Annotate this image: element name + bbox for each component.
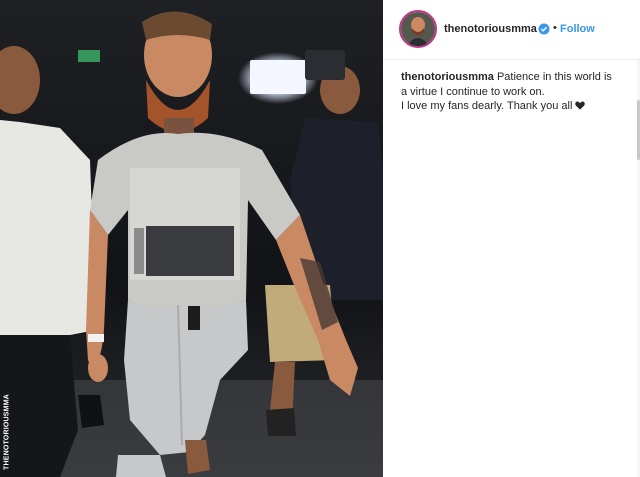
header-separator: • (553, 22, 557, 34)
caption-username[interactable]: thenotoriousmma (401, 71, 494, 83)
avatar-image (401, 12, 435, 46)
caption-line-2: a virtue I continue to work on. (401, 85, 545, 98)
post-caption: thenotoriousmma Patience in this world i… (401, 70, 626, 114)
post-header: thenotoriousmma • Follow (383, 0, 640, 60)
post-photo-illustration (0, 0, 383, 477)
photo-watermark: THENOTORIOUSMMA (1, 391, 13, 473)
watermark-text: THENOTORIOUSMMA (3, 394, 11, 470)
black-heart-icon (575, 101, 586, 110)
avatar[interactable] (399, 10, 437, 48)
post-side-panel: thenotoriousmma • Follow thenotoriousmma… (383, 0, 640, 477)
caption-line-1: Patience in this world is (496, 71, 612, 83)
post-photo[interactable]: THENOTORIOUSMMA (0, 0, 383, 477)
follow-button[interactable]: Follow (560, 23, 595, 35)
caption-line-3: I love my fans dearly. Thank you all (401, 100, 573, 112)
verified-badge-icon (538, 23, 550, 35)
header-username[interactable]: thenotoriousmma (444, 23, 537, 35)
